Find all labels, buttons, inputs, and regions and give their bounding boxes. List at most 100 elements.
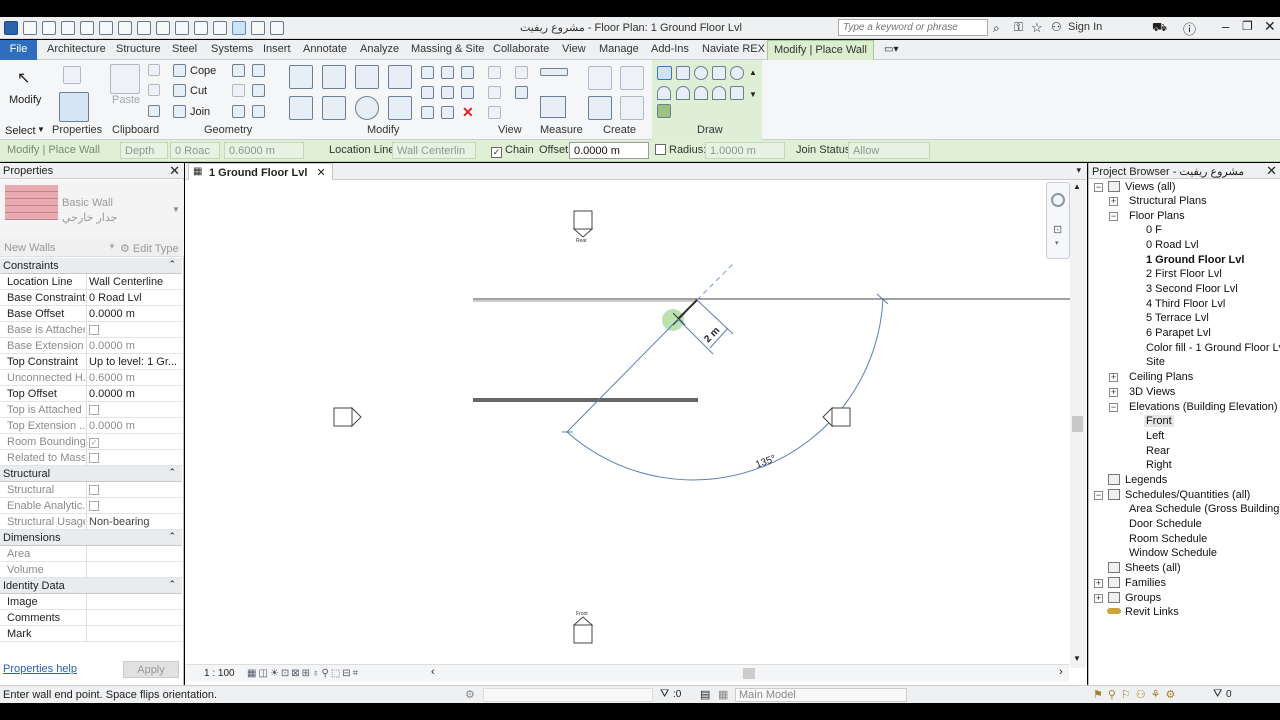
line-draw-icon[interactable] (657, 66, 672, 80)
location-line-select[interactable]: Wall Centerlin (392, 142, 476, 159)
paint-icon[interactable] (232, 84, 245, 97)
switch-windows-icon[interactable] (270, 21, 284, 35)
cope-icon[interactable] (173, 64, 186, 77)
tree-families[interactable]: Families (1125, 577, 1166, 589)
tree-floor-plan-item[interactable]: 6 Parapet Lvl (1146, 327, 1211, 339)
close-view-icon[interactable]: ✕ (316, 167, 325, 179)
zoom-icon[interactable]: ⊡ (1053, 223, 1062, 236)
zoom-chevron-down-icon[interactable]: ▾ (1055, 239, 1059, 247)
scroll-thumb[interactable] (1072, 416, 1083, 432)
tree-floor-plan-item[interactable]: 3 Second Floor Lvl (1146, 283, 1238, 295)
plan-view-svg[interactable]: 2 m 135° Rear Front (185, 180, 1070, 664)
override-graphics-icon[interactable] (488, 66, 501, 79)
draw-scroll-up-icon[interactable]: ▲ (749, 68, 757, 77)
copy-element-icon[interactable] (322, 96, 346, 120)
tree-ceiling-plans[interactable]: Ceiling Plans (1129, 371, 1193, 383)
tab-add-ins[interactable]: Add-Ins (651, 43, 689, 55)
worksets-icon[interactable]: ⚙ (465, 688, 475, 701)
join-status-select[interactable]: Allow (848, 142, 930, 159)
design-options-icon[interactable]: ▤ (700, 688, 710, 701)
copy-icon[interactable] (148, 84, 160, 96)
edit-type-button[interactable]: ⚙ Edit Type (120, 242, 179, 255)
elevation-marker-rear[interactable]: Rear (572, 210, 594, 244)
view-scale[interactable]: 1 : 100 (204, 668, 235, 679)
graphics-icon[interactable] (515, 86, 528, 99)
aligned-dimension-icon[interactable] (156, 21, 170, 35)
scroll-up-icon[interactable]: ▲ (1073, 182, 1081, 191)
tab-view[interactable]: View (562, 43, 586, 55)
tree-3d-views[interactable]: 3D Views (1129, 386, 1175, 398)
tree-elevation-item[interactable]: Rear (1146, 445, 1170, 457)
measure-icon[interactable] (137, 21, 151, 35)
match-type-icon[interactable] (148, 105, 160, 117)
tree-floor-plan-item[interactable]: 0 F (1146, 224, 1162, 236)
3d-view-icon[interactable] (194, 21, 208, 35)
revit-logo-icon[interactable] (4, 21, 18, 35)
view-tab[interactable]: ▦ 1 Ground Floor Lvl ✕ (188, 163, 333, 180)
collapse-views-icon[interactable]: − (1094, 183, 1103, 192)
radius-input[interactable]: 1.0000 m (705, 142, 785, 159)
paste-icon[interactable] (110, 64, 140, 94)
workset-select[interactable] (483, 688, 653, 702)
section-dimensions[interactable]: Dimensions ⌃ (0, 530, 182, 546)
tree-floor-plan-item[interactable]: Color fill - 1 Ground Floor Lvl (1146, 342, 1280, 354)
close-icon[interactable]: ✕ (1266, 163, 1277, 179)
radius-check-icon[interactable] (655, 144, 666, 155)
prop-image[interactable]: Image (0, 594, 182, 610)
arc-center-ends-icon[interactable] (676, 86, 690, 100)
tree-elevations[interactable]: Elevations (Building Elevation) (1129, 401, 1278, 413)
modify-tool-label[interactable]: Modify (9, 94, 41, 106)
search-input[interactable] (838, 19, 988, 36)
measure-between-icon[interactable] (540, 68, 568, 76)
tree-elevation-item[interactable]: Left (1146, 430, 1164, 442)
hide-element-icon[interactable] (488, 106, 501, 119)
trim-extend-icon[interactable] (388, 96, 412, 120)
instance-chevron-down-icon[interactable]: ▼ (108, 242, 116, 251)
draw-scroll-down-icon[interactable]: ▼ (749, 90, 757, 99)
section-structural[interactable]: Structural ⌃ (0, 466, 182, 482)
tree-schedule-item[interactable]: Window Schedule (1129, 547, 1217, 559)
existing-wall-thick[interactable] (473, 398, 698, 402)
tab-annotate[interactable]: Annotate (303, 43, 347, 55)
trim-multiple-icon[interactable] (441, 106, 454, 119)
pick-icon[interactable] (232, 105, 245, 118)
hammer-icon[interactable] (252, 105, 265, 118)
prop-mark[interactable]: Mark (0, 626, 182, 642)
section-icon[interactable] (213, 21, 227, 35)
radius-checkbox[interactable]: Radius: (655, 144, 706, 156)
level-select[interactable]: 0 Roac (170, 142, 220, 159)
collapse-icon[interactable]: ⌃ (168, 531, 176, 542)
select-dropdown[interactable]: Select (5, 125, 36, 137)
selection-options-icons[interactable]: ⚑⚲⚐⚇⚘⚙ (1093, 688, 1180, 701)
aligned-dimension-tool-icon[interactable] (540, 96, 566, 118)
collapse-elevations-icon[interactable]: − (1109, 403, 1118, 412)
undo-icon[interactable] (80, 21, 94, 35)
linework-icon[interactable] (488, 86, 501, 99)
chain-check-icon[interactable]: ✓ (491, 147, 502, 158)
tab-insert[interactable]: Insert (263, 43, 291, 55)
section-identity-data[interactable]: Identity Data ⌃ (0, 578, 182, 594)
tree-elevation-item[interactable]: Right (1146, 459, 1172, 471)
steering-wheel-icon[interactable] (1051, 193, 1065, 207)
split-face-icon[interactable] (252, 64, 265, 77)
scroll-down-icon[interactable]: ▼ (1073, 654, 1081, 663)
binoculars-icon[interactable]: ⌕ (993, 21, 1000, 36)
print-icon[interactable] (118, 21, 132, 35)
close-window-icon[interactable]: ✕ (1264, 18, 1276, 35)
rectangle-draw-icon[interactable] (676, 66, 690, 80)
scroll-left-icon[interactable]: ‹ (431, 666, 435, 678)
arc-start-end-icon[interactable] (657, 86, 671, 100)
instance-selector[interactable]: New Walls (4, 242, 56, 254)
paste-label[interactable]: Paste (112, 94, 140, 106)
tree-sheets[interactable]: Sheets (all) (1125, 562, 1181, 574)
create-group-icon[interactable] (620, 66, 644, 90)
close-hidden-icon[interactable] (251, 21, 265, 35)
favorites-star-icon[interactable]: ☆ (1031, 20, 1043, 36)
temporary-dimension-value[interactable]: 2 m (702, 325, 722, 345)
split-gap-icon[interactable] (441, 66, 454, 79)
ribbon-display-toggle-icon[interactable]: ▭▾ (884, 44, 898, 55)
tab-structure[interactable]: Structure (116, 43, 161, 55)
circle-draw-icon[interactable] (730, 66, 744, 80)
tree-revit-links[interactable]: Revit Links (1125, 606, 1179, 618)
save-icon[interactable] (42, 21, 56, 35)
